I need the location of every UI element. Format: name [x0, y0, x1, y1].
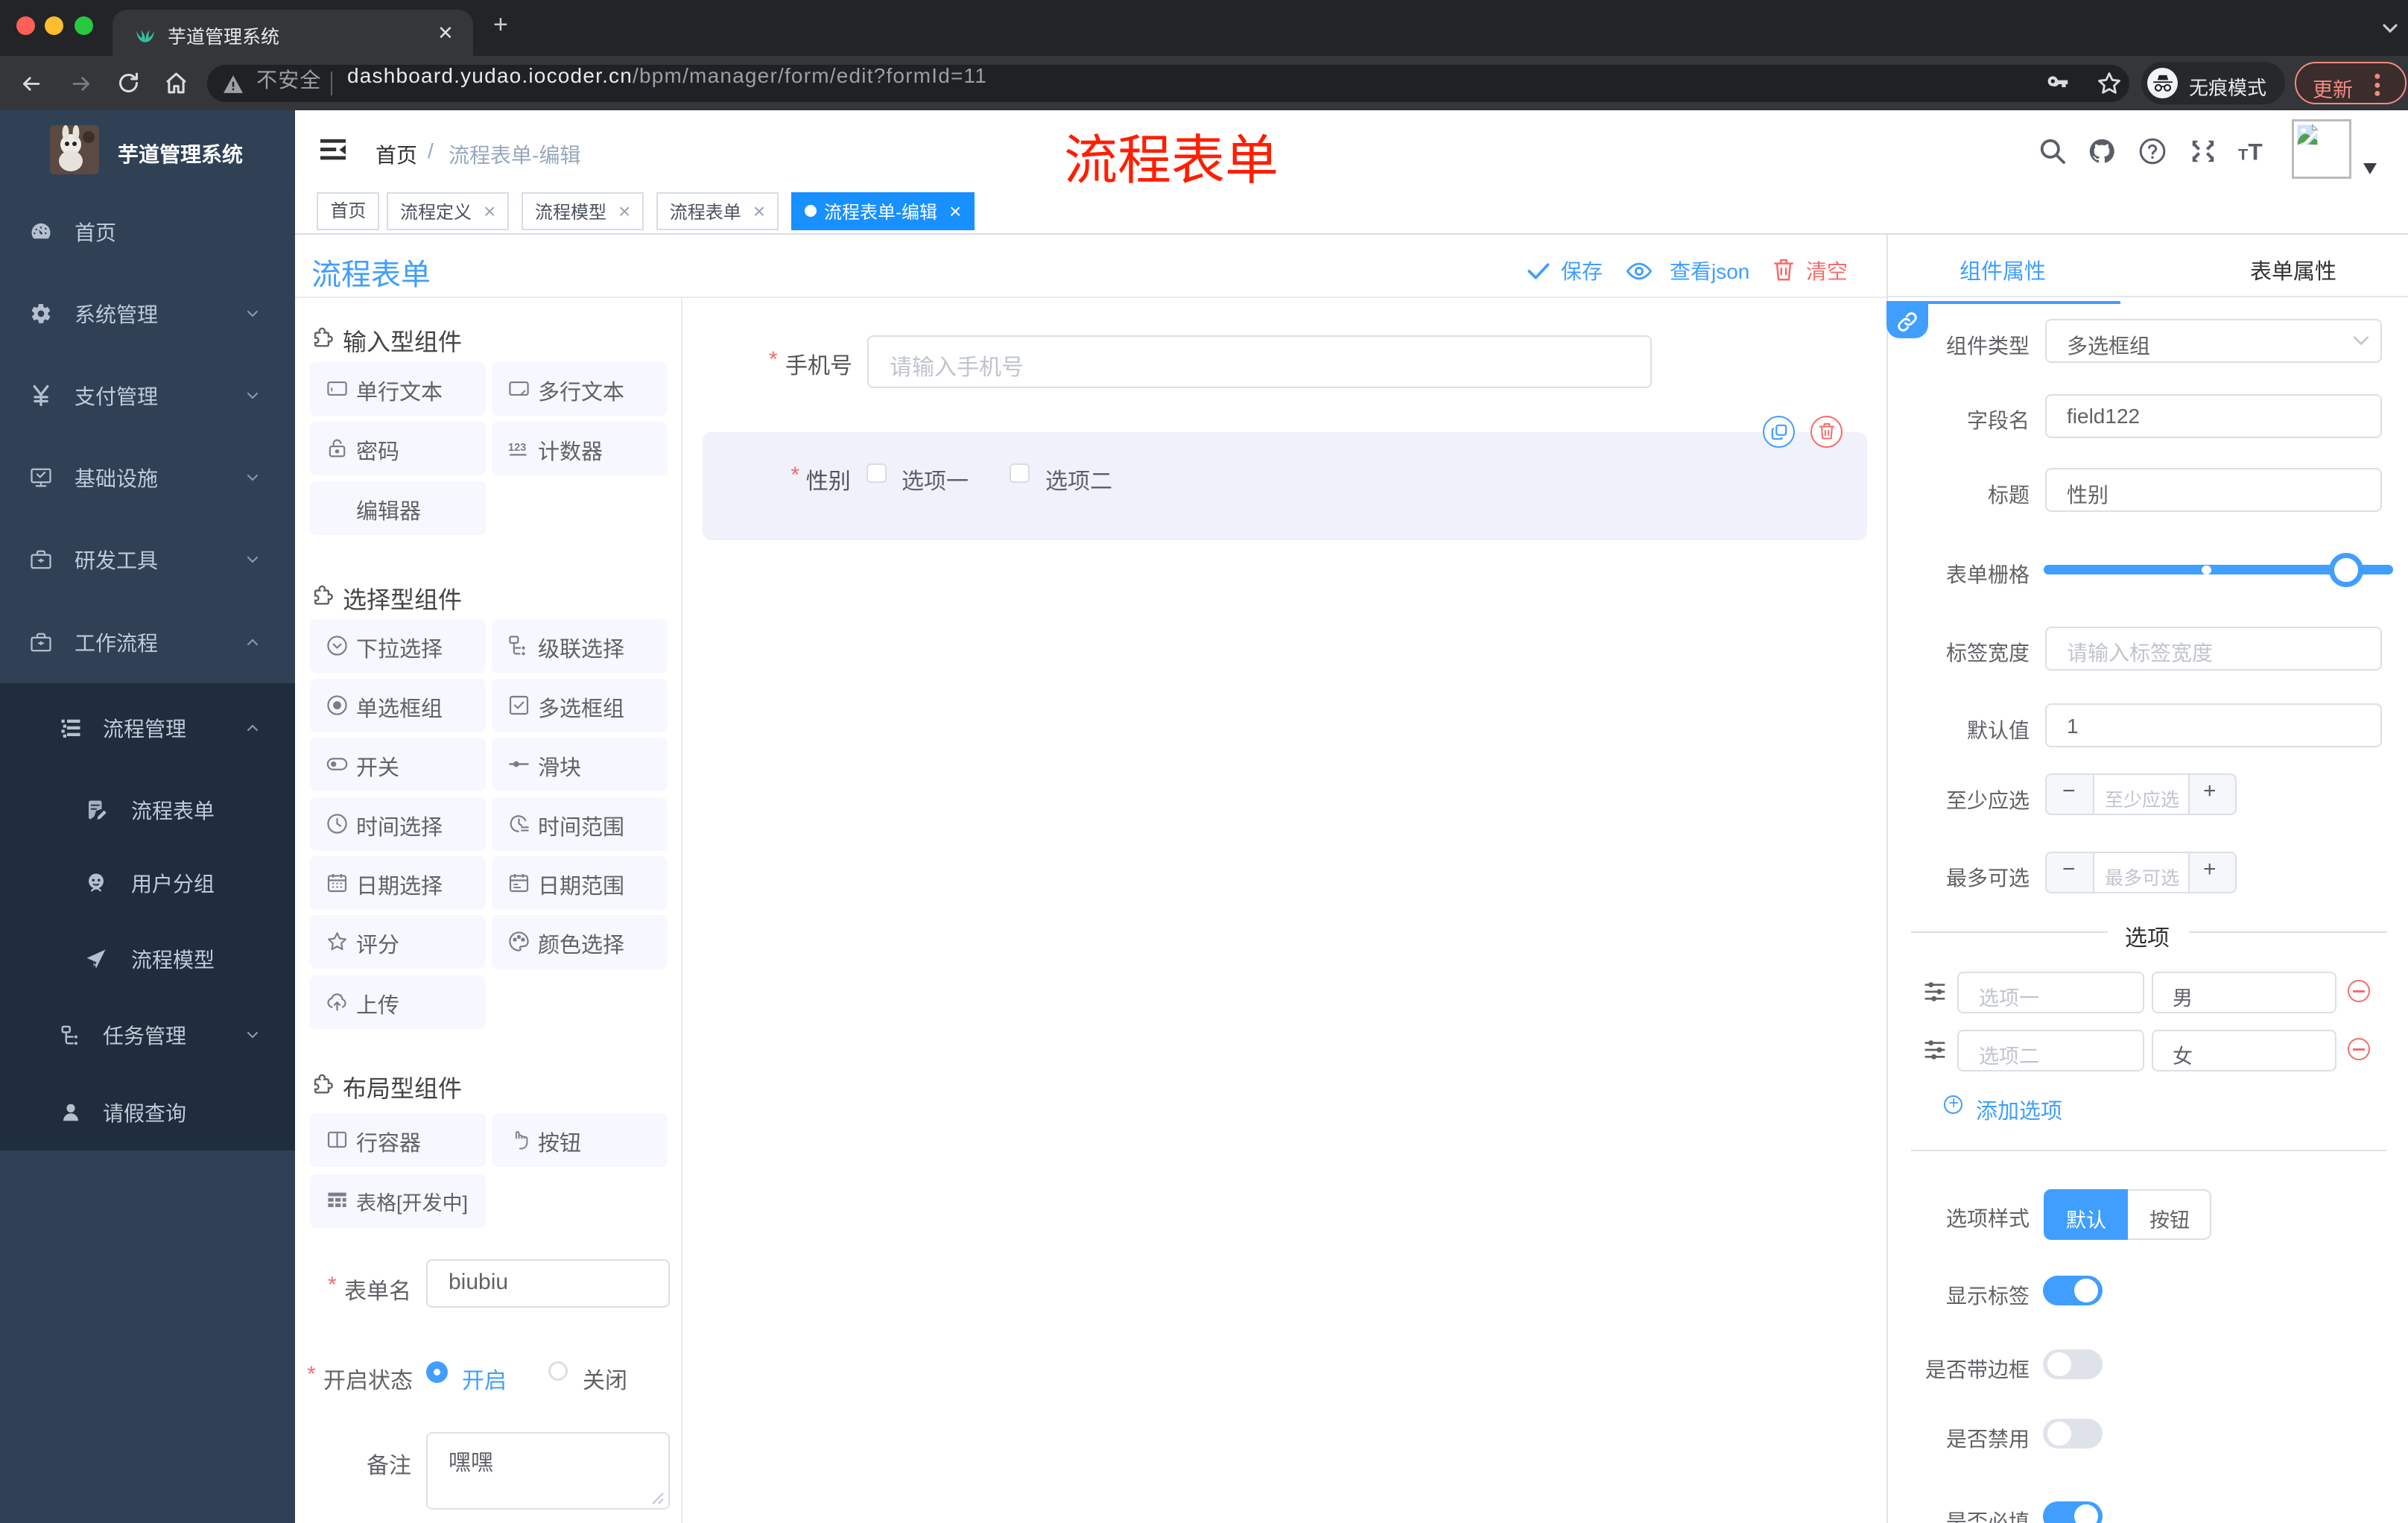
svg-text:T: T	[2248, 139, 2262, 164]
svg-text:T: T	[2238, 145, 2248, 164]
svg-text:123: 123	[508, 442, 526, 454]
